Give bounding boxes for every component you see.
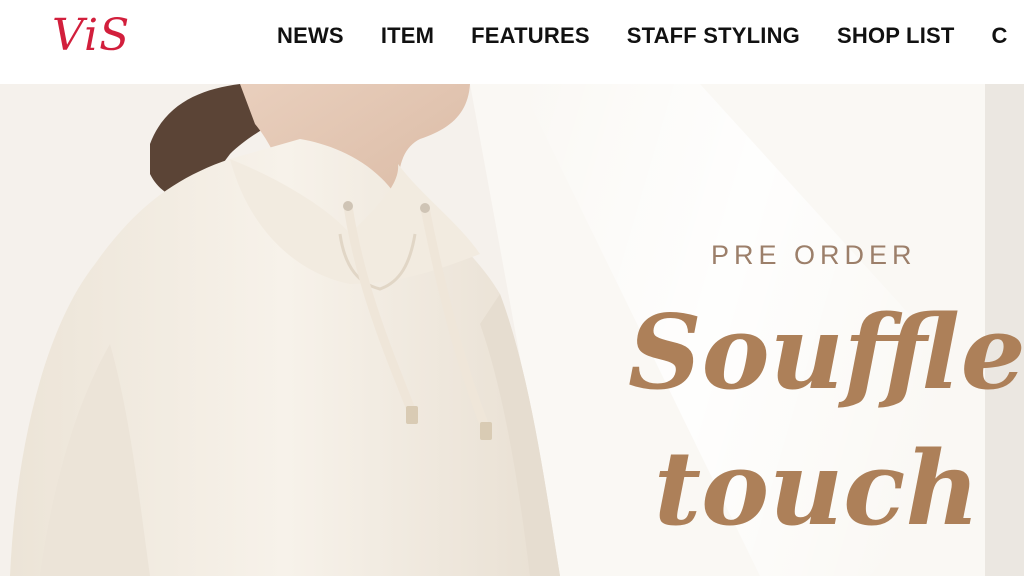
hero-title-line2: touch [654,429,980,549]
nav-shop-list[interactable]: SHOP LIST [837,23,955,49]
main-nav: NEWS ITEM FEATURES STAFF STYLING SHOP LI… [277,22,1024,50]
hero-title-line1: Souffle [628,293,1024,413]
nav-news[interactable]: NEWS [277,23,344,49]
hero-text-block: PRE ORDER Souffle touch [620,84,1024,576]
vis-logo[interactable]: ViS [52,10,130,62]
hero-banner[interactable]: PRE ORDER Souffle touch [0,84,1024,576]
site-header: ViS NEWS ITEM FEATURES STAFF STYLING SHO… [0,0,1024,84]
nav-features[interactable]: FEATURES [471,23,590,49]
nav-item[interactable]: ITEM [381,23,434,49]
nav-more-cut-off[interactable]: C [992,23,1008,49]
nav-staff-styling[interactable]: STAFF STYLING [627,23,800,49]
pre-order-label: PRE ORDER [711,240,917,270]
